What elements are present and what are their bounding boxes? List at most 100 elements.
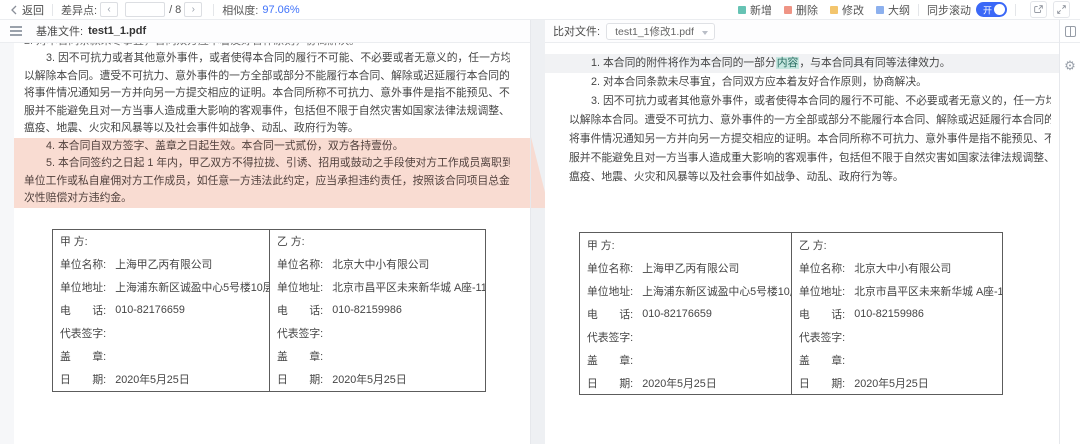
compare-file-label: 比对文件:	[553, 23, 600, 39]
table-row: 单位名称:上海甲乙丙有限公司	[53, 253, 269, 276]
base-file-panel: 基准文件: test1_1.pdf 2. 对本合同条款未尽事宜，合同双方应本着友…	[0, 20, 531, 444]
contract-table: 甲 方: 单位名称:上海甲乙丙有限公司 单位地址:上海浦东新区诚盈中心5号楼10…	[579, 232, 1003, 395]
divider	[52, 4, 53, 16]
doc-line: 瘟疫、地震、火灾和风暴等以及社会事件如战争、动乱、政府行为等。	[24, 120, 510, 138]
doc-line: 3. 因不可抗力或者其他意外事件，或者使得本合同的履行不可能、不必要或者无意义的…	[569, 92, 1051, 111]
sync-scroll: 同步滚动 开	[927, 2, 1007, 18]
table-row: 乙 方:	[270, 230, 485, 253]
doc-line: 以解除本合同。遭受不可抗力、意外事件的一方全部或部分不能履行本合同、解除或迟延履…	[569, 111, 1051, 130]
diff-deleted-line: 单位工作或私自雇佣对方工作成员，如任意一方违法此约定，应当承担违约责任，按照该合…	[24, 173, 510, 191]
base-file-label: 基准文件:	[36, 23, 83, 39]
legend-outline: 大纲	[876, 2, 910, 18]
modified-swatch	[830, 6, 838, 14]
table-row: 甲 方:	[580, 233, 791, 256]
diff-deleted-line: 4. 本合同自双方签字、盖章之日起生效。本合同一式贰份，双方各持壹份。	[24, 138, 510, 156]
rail-top-section	[1060, 20, 1080, 43]
back-label: 返回	[22, 2, 44, 18]
divider	[918, 4, 919, 16]
split-view-icon[interactable]	[1065, 26, 1076, 37]
diff-deleted-line: 次性赔偿对方违约金。	[24, 190, 510, 208]
table-row: 盖 章:	[580, 348, 791, 371]
compare-doc-page: 1. 本合同的附件将作为本合同的一部分内容，与本合同具有同等法律效力。 2. 对…	[545, 43, 1059, 444]
table-row: 电 话:010-82176659	[53, 299, 269, 322]
doc-line: 服并不能避免且对一方当事人造成重大影响的客观事件，包括但不限于自然灾害如国家法律…	[569, 149, 1051, 168]
doc-line: 将事件情况通知另一方并向另一方提交相应的证明。本合同所称不可抗力、意外事件是指不…	[24, 85, 510, 103]
party-a-column: 甲 方: 单位名称:上海甲乙丙有限公司 单位地址:上海浦东新区诚盈中心5号楼10…	[53, 230, 269, 391]
toggle-knob	[994, 4, 1005, 15]
utility-rail: ⚙	[1059, 20, 1080, 444]
diff-selected-line[interactable]: 1. 本合同的附件将作为本合同的一部分内容，与本合同具有同等法律效力。	[545, 54, 1059, 73]
compare-file-header: 比对文件: test1_1修改1.pdf	[545, 20, 1059, 43]
table-row: 单位名称:北京大中小有限公司	[270, 253, 485, 276]
gear-icon[interactable]: ⚙	[1064, 59, 1076, 74]
toolbar-left: 返回 差异点: ‹ / 8 › 相似度: 97.06%	[10, 2, 300, 18]
toggle-on-label: 开	[983, 3, 992, 16]
table-row: 盖 章:	[53, 345, 269, 368]
diff-count-label: 差异点:	[61, 2, 97, 18]
clipped-doc-line: 2. 对本合同条款未尽事宜，合同双方应本着友好合作原则，协商解决。	[24, 43, 510, 50]
table-row: 单位地址:北京市昌平区未来新华城 A座-1101	[792, 279, 1002, 302]
contract-table: 甲 方: 单位名称:上海甲乙丙有限公司 单位地址:上海浦东新区诚盈中心5号楼10…	[52, 229, 486, 392]
table-row: 单位名称:上海甲乙丙有限公司	[580, 256, 791, 279]
party-b-column: 乙 方: 单位名称:北京大中小有限公司 单位地址:北京市昌平区未来新华城 A座-…	[791, 233, 1002, 394]
table-row: 单位名称:北京大中小有限公司	[792, 256, 1002, 279]
fullscreen-icon	[1056, 4, 1067, 15]
table-row: 日 期:2020年5月25日	[53, 368, 269, 391]
base-doc-gutter	[0, 43, 14, 444]
table-row: 盖 章:	[792, 348, 1002, 371]
diff-added-text: 内容	[776, 57, 800, 69]
table-row: 单位地址:上海浦东新区诚盈中心5号楼10层303	[53, 276, 269, 299]
deleted-swatch	[784, 6, 792, 14]
fullscreen-button[interactable]	[1053, 1, 1070, 18]
similarity-label: 相似度:	[222, 2, 258, 18]
table-row: 代表签字:	[53, 322, 269, 345]
doc-line: 将事件情况通知另一方并向另一方提交相应的证明。本合同所称不可抗力、意外事件是指不…	[569, 130, 1051, 149]
diff-deleted-line: 5. 本合同签约之日起 1 年内，甲乙双方不得拉拢、引诱、招用或鼓动之手段使对方…	[24, 155, 510, 173]
back-button[interactable]: 返回	[10, 2, 44, 18]
legend-outline-label: 大纲	[888, 2, 910, 18]
legend-modified-label: 修改	[842, 2, 864, 18]
doc-line: 3. 因不可抗力或者其他意外事件，或者使得本合同的履行不可能、不必要或者无意义的…	[24, 50, 510, 68]
diff-connector	[531, 137, 545, 208]
table-row: 代表签字:	[580, 325, 791, 348]
sync-scroll-label: 同步滚动	[927, 2, 971, 18]
export-icon	[1033, 4, 1044, 15]
party-b-column: 乙 方: 单位名称:北京大中小有限公司 单位地址:北京市昌平区未来新华城 A座-…	[269, 230, 485, 391]
compare-file-name: test1_1修改1.pdf	[615, 24, 694, 39]
doc-line: 瘟疫、地震、火灾和风暴等以及社会事件如战争、动乱、政府行为等。	[569, 168, 1051, 187]
outline-menu-icon[interactable]	[10, 26, 22, 36]
toolbar-right: 新增 删除 修改 大纲 同步滚动 开	[726, 1, 1070, 18]
top-toolbar: 返回 差异点: ‹ / 8 › 相似度: 97.06% 新增 删除 修改 大纲 …	[0, 0, 1080, 20]
base-doc-area[interactable]: 2. 对本合同条款未尽事宜，合同双方应本着友好合作原则，协商解决。 3. 因不可…	[0, 43, 530, 444]
next-diff-button[interactable]: ›	[184, 2, 202, 17]
panel-gap	[531, 20, 545, 444]
compare-doc-area[interactable]: 1. 本合同的附件将作为本合同的一部分内容，与本合同具有同等法律效力。 2. 对…	[545, 43, 1059, 444]
table-row: 盖 章:	[270, 345, 485, 368]
legend-added-label: 新增	[750, 2, 772, 18]
legend-deleted-label: 删除	[796, 2, 818, 18]
outline-swatch	[876, 6, 884, 14]
export-button[interactable]	[1030, 1, 1047, 18]
base-file-header: 基准文件: test1_1.pdf	[0, 20, 530, 43]
added-swatch	[738, 6, 746, 14]
sync-scroll-toggle[interactable]: 开	[976, 2, 1007, 17]
legend-modified: 修改	[830, 2, 864, 18]
compare-file-select[interactable]: test1_1修改1.pdf	[606, 23, 715, 40]
diff-index-input[interactable]	[125, 2, 165, 17]
table-row: 代表签字:	[792, 325, 1002, 348]
diff-deleted-block[interactable]: 4. 本合同自双方签字、盖章之日起生效。本合同一式贰份，双方各持壹份。 5. 本…	[14, 138, 530, 208]
legend-deleted: 删除	[784, 2, 818, 18]
table-row: 日 期:2020年5月25日	[270, 368, 485, 391]
table-row: 代表签字:	[270, 322, 485, 345]
doc-line: 2. 对本合同条款未尽事宜，合同双方应本着友好合作原则，协商解决。	[569, 73, 1051, 92]
table-row: 甲 方:	[53, 230, 269, 253]
table-row: 日 期:2020年5月25日	[580, 371, 791, 394]
table-row: 电 话:010-82159986	[792, 302, 1002, 325]
table-row: 电 话:010-82159986	[270, 299, 485, 322]
divider	[213, 4, 214, 16]
compare-file-panel: 比对文件: test1_1修改1.pdf 1. 本合同的附件将作为本合同的一部分…	[545, 20, 1059, 444]
doc-line: 服并不能避免且对一方当事人造成重大影响的客观事件，包括但不限于自然灾害如国家法律…	[24, 103, 510, 121]
base-file-name: test1_1.pdf	[88, 25, 146, 37]
table-row: 电 话:010-82176659	[580, 302, 791, 325]
prev-diff-button[interactable]: ‹	[100, 2, 118, 17]
